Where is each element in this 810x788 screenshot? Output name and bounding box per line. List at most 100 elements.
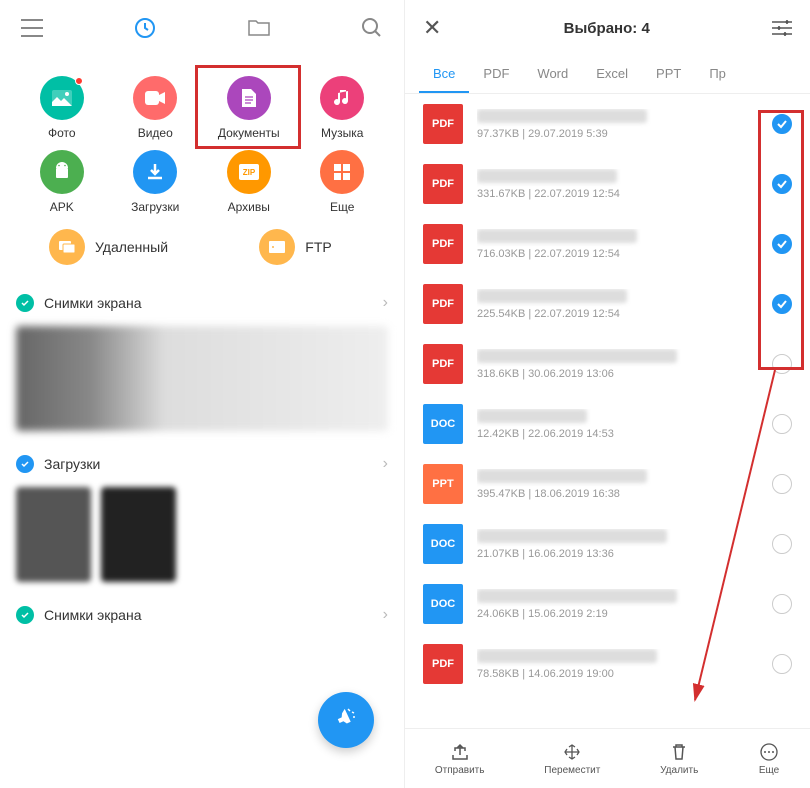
file-row[interactable]: PDF 716.03KB | 22.07.2019 12:54 — [405, 214, 810, 274]
section-title: Снимки экрана — [44, 295, 383, 311]
file-checkbox[interactable] — [772, 294, 792, 314]
category-android[interactable]: APK — [15, 150, 109, 214]
file-row[interactable]: PPT 395.47KB | 18.06.2019 16:38 — [405, 454, 810, 514]
category-image[interactable]: Фото — [15, 76, 109, 140]
close-icon[interactable]: ✕ — [423, 15, 441, 41]
file-list[interactable]: PDF 97.37KB | 29.07.2019 5:39 PDF 331.67… — [405, 94, 810, 688]
file-meta: 12.42KB | 22.06.2019 14:53 — [477, 428, 772, 440]
tab-excel[interactable]: Excel — [582, 56, 642, 93]
section-badge-icon — [16, 294, 34, 312]
recent-icon[interactable] — [133, 16, 157, 40]
file-info: 331.67KB | 22.07.2019 12:54 — [477, 169, 772, 200]
file-type-badge: PDF — [423, 164, 463, 204]
section-header[interactable]: Снимки экрана› — [0, 280, 404, 326]
file-info: 318.6KB | 30.06.2019 13:06 — [477, 349, 772, 380]
search-icon[interactable] — [360, 16, 384, 40]
section-header[interactable]: Снимки экрана› — [0, 592, 404, 638]
file-name-blurred — [477, 589, 677, 603]
action-move[interactable]: Переместит — [544, 741, 600, 776]
file-meta: 97.37KB | 29.07.2019 5:39 — [477, 128, 772, 140]
file-type-badge: PDF — [423, 284, 463, 324]
file-row[interactable]: PDF 78.58KB | 14.06.2019 19:00 — [405, 634, 810, 688]
tab-pdf[interactable]: PDF — [469, 56, 523, 93]
file-row[interactable]: PDF 97.37KB | 29.07.2019 5:39 — [405, 94, 810, 154]
android-icon — [40, 150, 84, 194]
download-icon — [133, 150, 177, 194]
file-info: 395.47KB | 18.06.2019 16:38 — [477, 469, 772, 500]
category-grid[interactable]: Еще — [296, 150, 390, 214]
file-checkbox[interactable] — [772, 114, 792, 134]
remote-icon — [49, 229, 85, 265]
file-meta: 716.03KB | 22.07.2019 12:54 — [477, 248, 772, 260]
chevron-right-icon: › — [383, 294, 388, 312]
category-label: Фото — [48, 126, 76, 140]
file-checkbox[interactable] — [772, 534, 792, 554]
trash-icon — [668, 741, 690, 763]
file-type-badge: DOC — [423, 584, 463, 624]
file-checkbox[interactable] — [772, 594, 792, 614]
file-meta: 318.6KB | 30.06.2019 13:06 — [477, 368, 772, 380]
file-info: 97.37KB | 29.07.2019 5:39 — [477, 109, 772, 140]
file-checkbox[interactable] — [772, 414, 792, 434]
file-checkbox[interactable] — [772, 174, 792, 194]
category-label: Еще — [330, 200, 354, 214]
file-checkbox[interactable] — [772, 234, 792, 254]
doc-icon — [227, 76, 271, 120]
action-more[interactable]: Еще — [758, 741, 780, 776]
thumbnail-strip[interactable] — [16, 326, 388, 431]
grid-icon — [320, 150, 364, 194]
chevron-right-icon: › — [383, 606, 388, 624]
category-label: Архивы — [228, 200, 270, 214]
file-meta: 78.58KB | 14.06.2019 19:00 — [477, 668, 772, 680]
bottom-action-bar: Отправить Переместит Удалить Еще — [405, 728, 810, 788]
file-info: 716.03KB | 22.07.2019 12:54 — [477, 229, 772, 260]
category-grid: Фото ВидеоДокументыМузыка APK Загрузки ZIPАр… — [0, 56, 404, 224]
file-row[interactable]: DOC 12.42KB | 22.06.2019 14:53 — [405, 394, 810, 454]
file-name-blurred — [477, 529, 667, 543]
file-row[interactable]: PDF 225.54KB | 22.07.2019 12:54 — [405, 274, 810, 334]
tab-ppt[interactable]: PPT — [642, 56, 695, 93]
file-checkbox[interactable] — [772, 474, 792, 494]
remote-row: УдаленныйFTP — [0, 224, 404, 280]
action-trash[interactable]: Удалить — [660, 741, 698, 776]
file-meta: 395.47KB | 18.06.2019 16:38 — [477, 488, 772, 500]
file-name-blurred — [477, 289, 627, 303]
section-header[interactable]: Загрузки› — [0, 441, 404, 487]
action-label: Переместит — [544, 765, 600, 776]
documents-list: ✕ Выбрано: 4 ВсеPDFWordExcelPPTПр PDF 97… — [405, 0, 810, 788]
action-share[interactable]: Отправить — [435, 741, 485, 776]
file-checkbox[interactable] — [772, 354, 792, 374]
folder-icon[interactable] — [247, 16, 271, 40]
category-video[interactable]: Видео — [109, 76, 203, 140]
file-row[interactable]: DOC 21.07KB | 16.06.2019 13:36 — [405, 514, 810, 574]
tab-word[interactable]: Word — [523, 56, 582, 93]
file-checkbox[interactable] — [772, 654, 792, 674]
file-row[interactable]: DOC 24.06KB | 15.06.2019 2:19 — [405, 574, 810, 634]
tab-все[interactable]: Все — [419, 56, 469, 93]
file-type-tabs: ВсеPDFWordExcelPPTПр — [405, 56, 810, 94]
category-zip[interactable]: ZIPАрхивы — [202, 150, 296, 214]
ftp-icon — [259, 229, 295, 265]
category-doc[interactable]: Документы — [202, 76, 296, 140]
remote-ftp[interactable]: FTP — [202, 229, 389, 265]
move-icon — [561, 741, 583, 763]
file-type-badge: DOC — [423, 404, 463, 444]
category-music[interactable]: Музыка — [296, 76, 390, 140]
category-label: Загрузки — [131, 200, 179, 214]
tab-пр[interactable]: Пр — [695, 56, 740, 93]
share-icon — [449, 741, 471, 763]
file-row[interactable]: PDF 318.6KB | 30.06.2019 13:06 — [405, 334, 810, 394]
file-row[interactable]: PDF 331.67KB | 22.07.2019 12:54 — [405, 154, 810, 214]
top-bar — [0, 0, 404, 56]
file-type-badge: DOC — [423, 524, 463, 564]
action-label: Отправить — [435, 765, 485, 776]
menu-icon[interactable] — [20, 16, 44, 40]
remote-remote[interactable]: Удаленный — [15, 229, 202, 265]
file-type-badge: PDF — [423, 344, 463, 384]
filter-icon[interactable] — [772, 19, 792, 37]
category-download[interactable]: Загрузки — [109, 150, 203, 214]
thumbnail-strip[interactable] — [16, 487, 388, 582]
clean-fab[interactable] — [318, 692, 374, 748]
file-meta: 225.54KB | 22.07.2019 12:54 — [477, 308, 772, 320]
more-icon — [758, 741, 780, 763]
